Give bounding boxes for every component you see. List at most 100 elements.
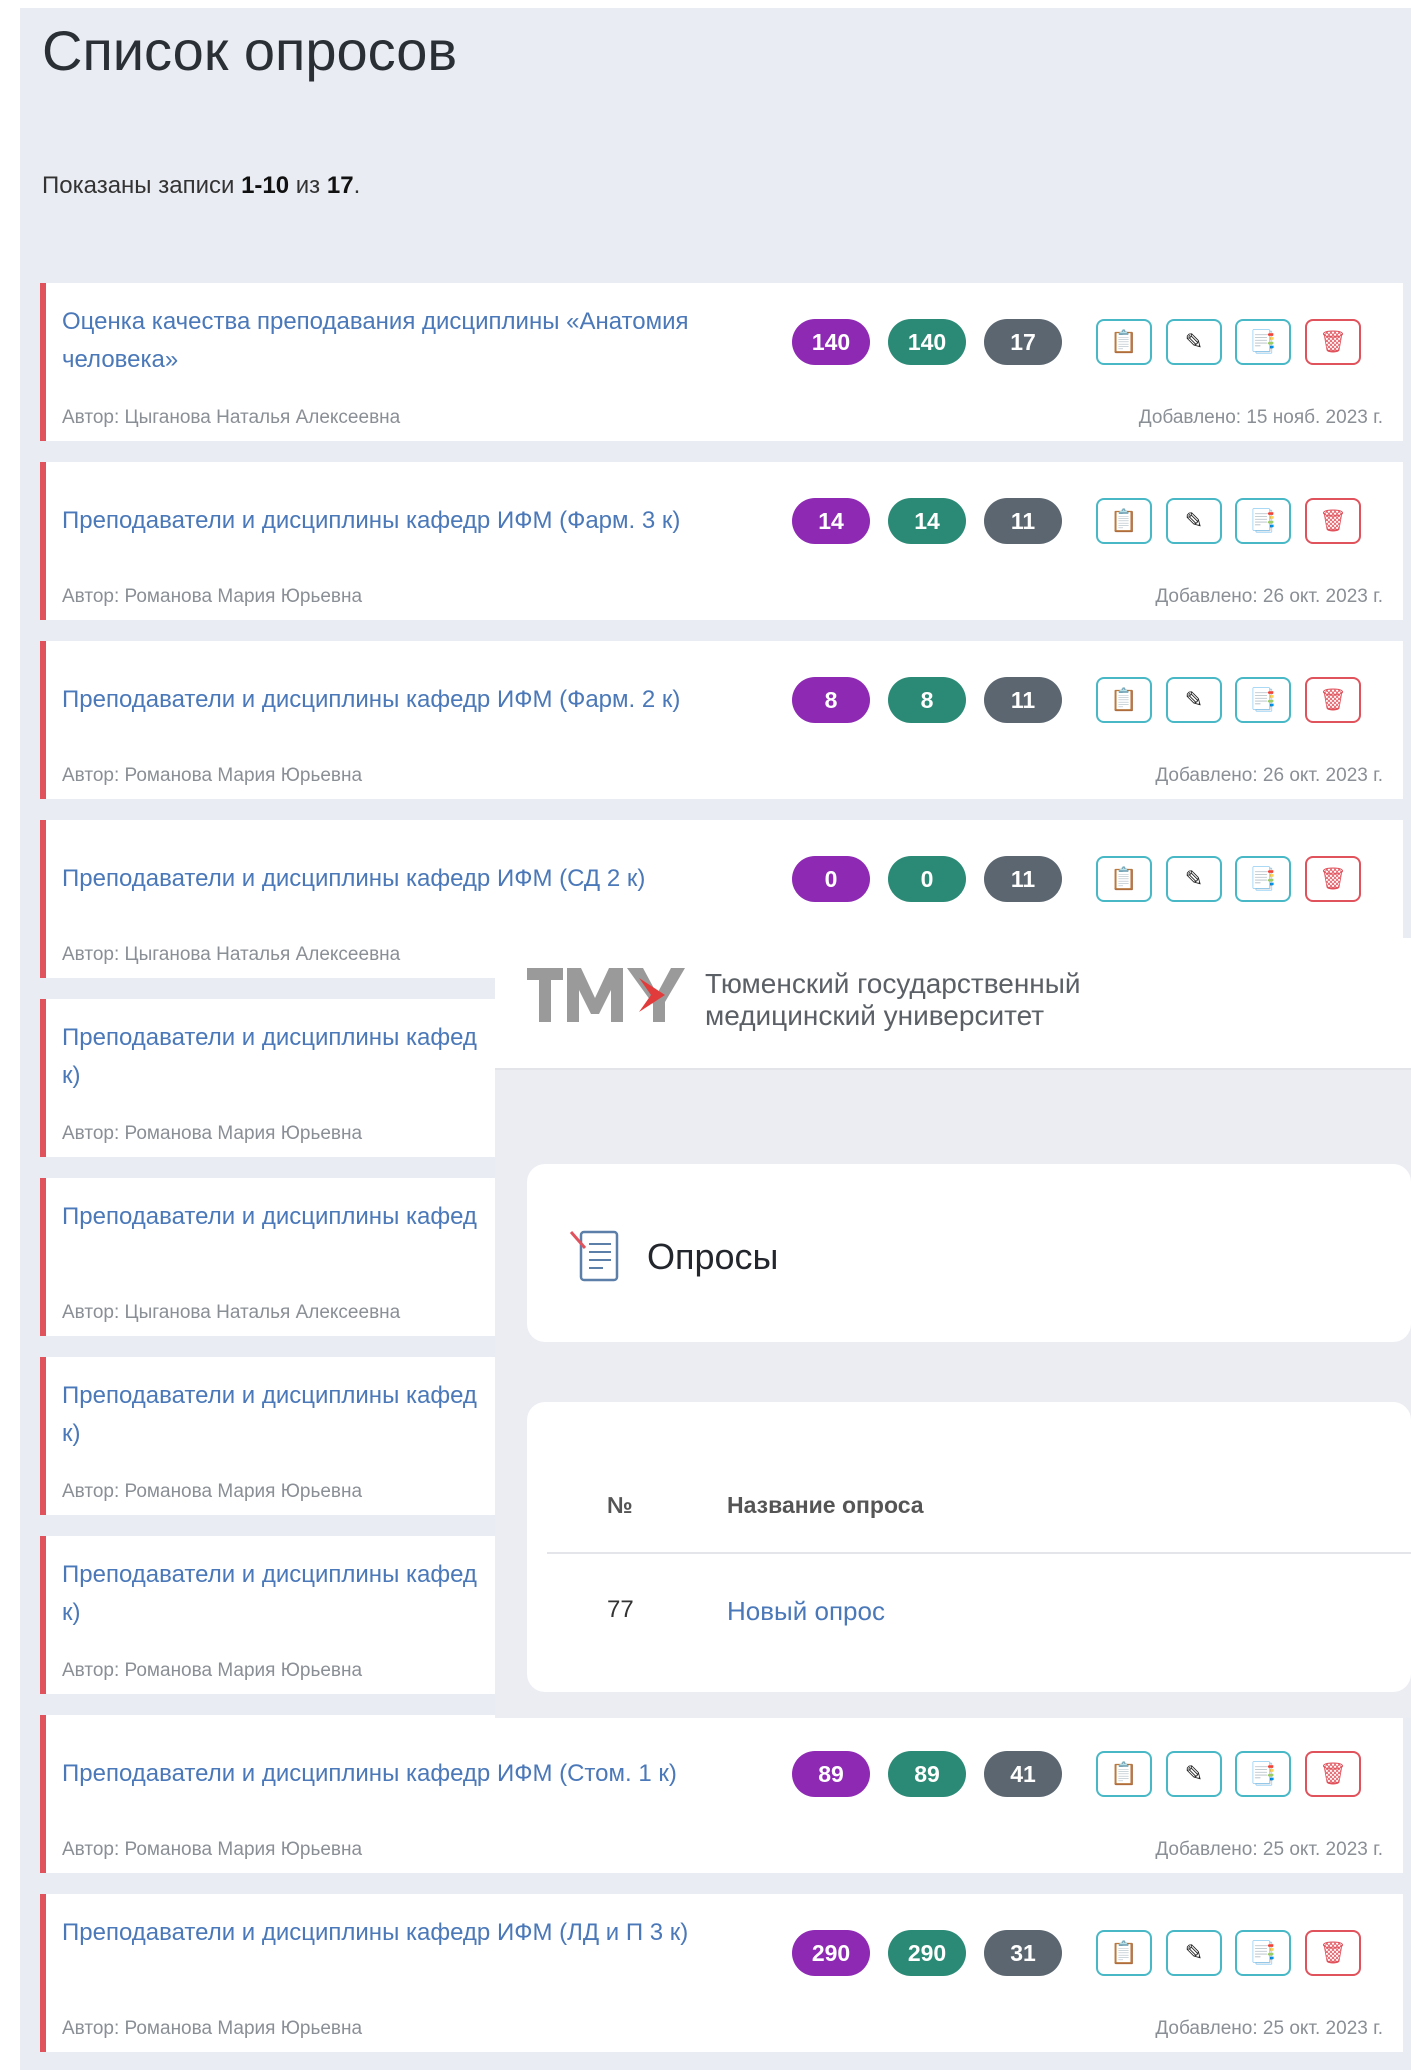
responses-badge: 14	[792, 498, 870, 544]
trash-button[interactable]: 🗑	[1305, 498, 1361, 544]
questions-badge: 17	[984, 319, 1062, 365]
clipboard-button[interactable]: 📋	[1096, 856, 1152, 902]
trash-button[interactable]: 🗑	[1305, 677, 1361, 723]
clipboard-button[interactable]: 📋	[1096, 319, 1152, 365]
clipboard-button[interactable]: 📋	[1096, 1751, 1152, 1797]
completed-badge: 0	[888, 856, 966, 902]
survey-title-link[interactable]: Преподаватели и дисциплины кафед к)	[62, 1019, 502, 1095]
trash-button[interactable]: 🗑	[1305, 856, 1361, 902]
pencil-icon: ✎	[1184, 866, 1204, 891]
clipboard-user-icon: 📑	[1249, 1940, 1277, 1965]
trash-icon: 🗑	[1319, 1940, 1347, 1965]
survey-title-link[interactable]: Преподаватели и дисциплины кафедр ИФМ (С…	[62, 860, 702, 898]
pencil-button[interactable]: ✎	[1166, 856, 1222, 902]
header-divider	[495, 1068, 1411, 1070]
trash-icon: 🗑	[1319, 329, 1347, 354]
completed-badge: 290	[888, 1930, 966, 1976]
survey-title-link[interactable]: Преподаватели и дисциплины кафедр ИФМ (Л…	[62, 1914, 702, 1952]
survey-title-link[interactable]: Преподаватели и дисциплины кафед к)	[62, 1556, 502, 1632]
survey-document-icon	[569, 1230, 619, 1282]
questions-badge: 11	[984, 856, 1062, 902]
pencil-button[interactable]: ✎	[1166, 1930, 1222, 1976]
survey-title-tail[interactable]: к)	[62, 1057, 502, 1095]
pencil-icon: ✎	[1184, 508, 1204, 533]
section-header-card: Опросы	[527, 1164, 1411, 1342]
overlay-panel: Тюменский государственный медицинский ун…	[495, 938, 1411, 1718]
clipboard-button[interactable]: 📋	[1096, 498, 1152, 544]
clipboard-user-button[interactable]: 📑	[1235, 677, 1291, 723]
pencil-button[interactable]: ✎	[1166, 319, 1222, 365]
survey-author: Автор: Романова Мария Юрьевна	[62, 1839, 363, 1860]
survey-author: Автор: Цыганова Наталья Алексеевна	[62, 1302, 401, 1323]
survey-card: Оценка качества преподавания дисциплины …	[40, 283, 1403, 441]
trash-icon: 🗑	[1319, 687, 1347, 712]
responses-badge: 140	[792, 319, 870, 365]
survey-title-text[interactable]: Преподаватели и дисциплины кафед	[62, 1556, 502, 1594]
pencil-button[interactable]: ✎	[1166, 498, 1222, 544]
column-header-number: №	[607, 1492, 633, 1518]
survey-card: Преподаватели и дисциплины кафедр ИФМ (Ф…	[40, 641, 1403, 799]
survey-author: Автор: Романова Мария Юрьевна	[62, 2018, 363, 2039]
survey-author: Автор: Романова Мария Юрьевна	[62, 1123, 363, 1144]
clipboard-user-icon: 📑	[1249, 329, 1277, 354]
clipboard-user-button[interactable]: 📑	[1235, 1930, 1291, 1976]
survey-link[interactable]: Новый опрос	[727, 1596, 885, 1627]
questions-badge: 11	[984, 677, 1062, 723]
questions-badge: 11	[984, 498, 1062, 544]
survey-title-tail[interactable]: к)	[62, 1415, 502, 1453]
survey-date: Добавлено: 26 окт. 2023 г.	[1155, 586, 1383, 607]
survey-date: Добавлено: 25 окт. 2023 г.	[1155, 1839, 1383, 1860]
survey-author: Автор: Цыганова Наталья Алексеевна	[62, 944, 401, 965]
survey-title-link[interactable]: Преподаватели и дисциплины кафедр ИФМ (Ф…	[62, 502, 702, 540]
survey-card: Преподаватели и дисциплины кафедр ИФМ (Л…	[40, 1894, 1403, 2052]
survey-title-link[interactable]: Преподаватели и дисциплины кафедр ИФМ (С…	[62, 1755, 702, 1793]
questions-badge: 31	[984, 1930, 1062, 1976]
clipboard-user-button[interactable]: 📑	[1235, 319, 1291, 365]
survey-title-link[interactable]: Преподаватели и дисциплины кафед	[62, 1198, 502, 1236]
survey-title-text[interactable]: Преподаватели и дисциплины кафед	[62, 1377, 502, 1415]
clipboard-icon: 📋	[1110, 866, 1138, 891]
survey-title-tail[interactable]: к)	[62, 1594, 502, 1632]
completed-badge: 140	[888, 319, 966, 365]
trash-button[interactable]: 🗑	[1305, 1751, 1361, 1797]
completed-badge: 89	[888, 1751, 966, 1797]
pencil-button[interactable]: ✎	[1166, 1751, 1222, 1797]
survey-date: Добавлено: 26 окт. 2023 г.	[1155, 765, 1383, 786]
clipboard-button[interactable]: 📋	[1096, 677, 1152, 723]
responses-badge: 0	[792, 856, 870, 902]
survey-author: Автор: Романова Мария Юрьевна	[62, 1660, 363, 1681]
completed-badge: 8	[888, 677, 966, 723]
survey-card: Преподаватели и дисциплины кафедр ИФМ (Ф…	[40, 462, 1403, 620]
table-cell-number: 77	[607, 1596, 634, 1623]
clipboard-user-icon: 📑	[1249, 866, 1277, 891]
trash-icon: 🗑	[1319, 866, 1347, 891]
survey-author: Автор: Цыганова Наталья Алексеевна	[62, 407, 401, 428]
trash-icon: 🗑	[1319, 508, 1347, 533]
clipboard-icon: 📋	[1110, 508, 1138, 533]
table-header-divider	[547, 1552, 1411, 1554]
pencil-icon: ✎	[1184, 687, 1204, 712]
clipboard-user-icon: 📑	[1249, 508, 1277, 533]
records-summary: Показаны записи 1-10 из 17.	[42, 172, 361, 199]
trash-button[interactable]: 🗑	[1305, 1930, 1361, 1976]
clipboard-user-button[interactable]: 📑	[1235, 1751, 1291, 1797]
clipboard-user-button[interactable]: 📑	[1235, 856, 1291, 902]
survey-author: Автор: Романова Мария Юрьевна	[62, 586, 363, 607]
trash-button[interactable]: 🗑	[1305, 319, 1361, 365]
survey-title-link[interactable]: Оценка качества преподавания дисциплины …	[62, 303, 702, 379]
column-header-name: Название опроса	[727, 1492, 924, 1518]
clipboard-icon: 📋	[1110, 1940, 1138, 1965]
pencil-icon: ✎	[1184, 329, 1204, 354]
survey-title-text[interactable]: Преподаватели и дисциплины кафед	[62, 1019, 502, 1057]
clipboard-user-button[interactable]: 📑	[1235, 498, 1291, 544]
completed-badge: 14	[888, 498, 966, 544]
pencil-icon: ✎	[1184, 1940, 1204, 1965]
section-title: Опросы	[647, 1236, 779, 1277]
responses-badge: 290	[792, 1930, 870, 1976]
survey-title-link[interactable]: Преподаватели и дисциплины кафедр ИФМ (Ф…	[62, 681, 702, 719]
pencil-icon: ✎	[1184, 1761, 1204, 1786]
trash-icon: 🗑	[1319, 1761, 1347, 1786]
clipboard-button[interactable]: 📋	[1096, 1930, 1152, 1976]
survey-title-link[interactable]: Преподаватели и дисциплины кафед к)	[62, 1377, 502, 1453]
pencil-button[interactable]: ✎	[1166, 677, 1222, 723]
